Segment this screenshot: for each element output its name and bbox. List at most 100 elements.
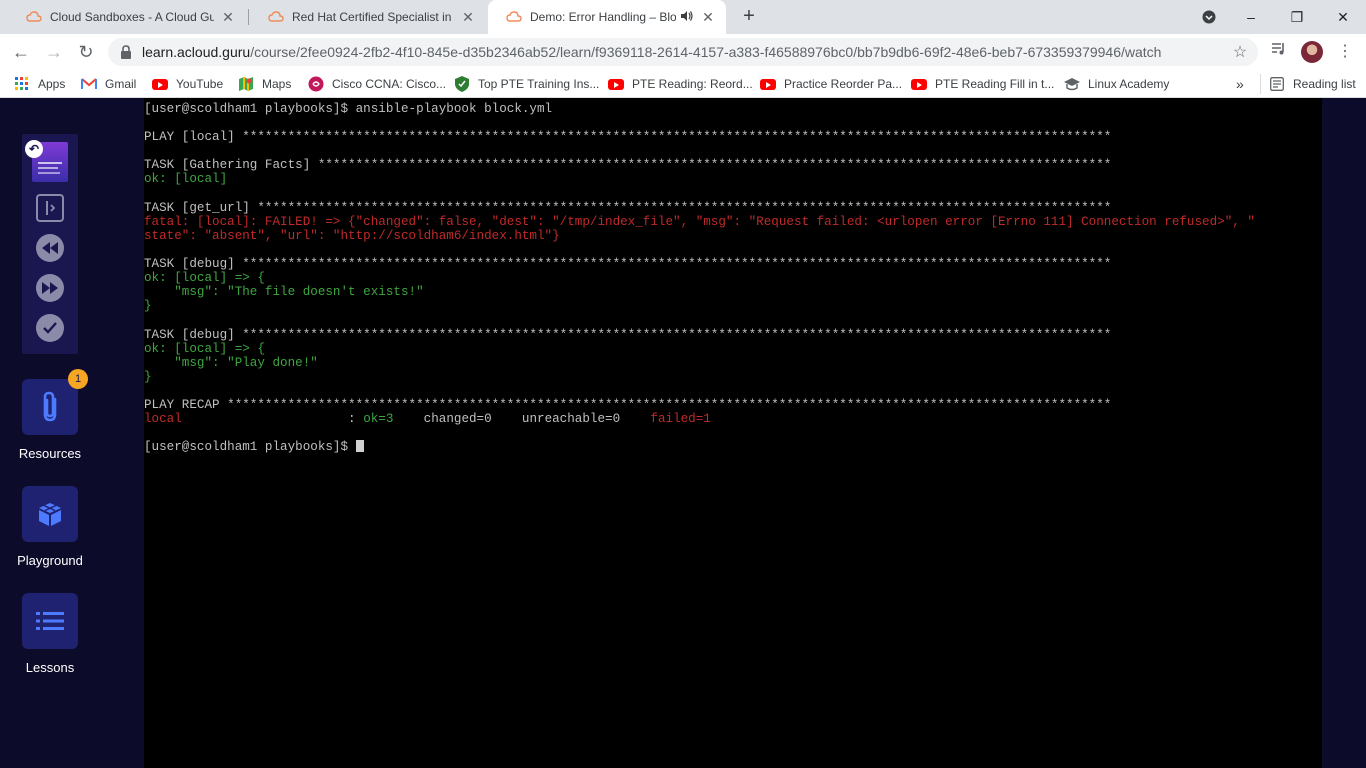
terminal-text: ok: [local] => { xyxy=(144,271,265,286)
bookmark-top-pte[interactable]: Top PTE Training Ins... xyxy=(454,74,599,94)
youtube-icon xyxy=(911,77,927,91)
gmail-icon xyxy=(81,77,97,91)
bookmark-star-icon[interactable]: ☆ xyxy=(1230,42,1250,62)
terminal-line: TASK [Gathering Facts] *****************… xyxy=(144,158,1255,172)
toggle-sidebar-icon[interactable] xyxy=(36,194,64,222)
bookmark-maps[interactable]: Maps xyxy=(238,74,291,94)
tab-red-hat-specialist[interactable]: Red Hat Certified Specialist in An ✕ xyxy=(250,0,486,34)
bookmark-practice-reorder[interactable]: Practice Reorder Pa... xyxy=(760,74,902,94)
terminal-text: : xyxy=(181,412,364,427)
close-window-button[interactable]: ✕ xyxy=(1320,0,1366,34)
mark-complete-check-icon[interactable] xyxy=(36,314,64,342)
terminal-line: TASK [debug] ***************************… xyxy=(144,328,1255,342)
profile-avatar[interactable] xyxy=(1301,41,1323,63)
bookmarks-overflow-button[interactable]: » xyxy=(1236,74,1244,94)
acloudguru-cloud-icon xyxy=(268,9,284,25)
terminal-text: TASK [debug] ***************************… xyxy=(144,327,1112,342)
terminal-text: "msg": "Play done!" xyxy=(144,355,318,370)
acloudguru-cloud-icon xyxy=(26,9,42,25)
terminal-text: } xyxy=(144,299,152,314)
terminal-line: "msg": "The file doesn't exists!" xyxy=(144,285,1255,299)
address-bar[interactable]: learn.acloud.guru/course/2fee0924-2fb2-4… xyxy=(108,38,1258,66)
bookmark-apps[interactable]: Apps xyxy=(14,74,65,94)
bookmark-pte-reading-fill[interactable]: PTE Reading Fill in t... xyxy=(911,74,1054,94)
youtube-icon xyxy=(608,77,624,91)
terminal-text: ok=3 xyxy=(363,412,394,427)
terminal-text: local xyxy=(144,412,182,427)
tab-cloud-sandboxes[interactable]: Cloud Sandboxes - A Cloud Guru ✕ xyxy=(8,0,246,34)
terminal-line xyxy=(144,426,1255,440)
reload-icon[interactable]: ↻ xyxy=(75,41,97,63)
terminal-line: "msg": "Play done!" xyxy=(144,356,1255,370)
bookmark-gmail[interactable]: Gmail xyxy=(81,74,136,94)
tab-strip: Cloud Sandboxes - A Cloud Guru ✕ Red Hat… xyxy=(0,0,1366,34)
youtube-icon xyxy=(760,77,776,91)
terminal-line: [user@scoldham1 playbooks]$ xyxy=(144,440,1255,454)
speaker-icon[interactable] xyxy=(680,10,694,25)
terminal-line: local : ok=3 changed=0 unreachable=0 fai… xyxy=(144,412,1255,426)
right-margin xyxy=(1322,98,1366,768)
tab-search-icon[interactable] xyxy=(1186,0,1232,34)
video-terminal-frame[interactable]: [user@scoldham1 playbooks]$ ansible-play… xyxy=(144,98,1322,768)
close-tab-icon[interactable]: ✕ xyxy=(700,9,716,26)
resources-label[interactable]: Resources xyxy=(0,446,100,461)
reading-list-button[interactable]: Reading list xyxy=(1260,74,1356,94)
terminal-text: TASK [get_url] *************************… xyxy=(144,200,1112,215)
bookmark-cisco-ccna[interactable]: Cisco CCNA: Cisco... xyxy=(308,74,446,94)
fast-forward-icon[interactable] xyxy=(36,274,64,302)
lessons-button[interactable] xyxy=(22,593,78,649)
terminal-text: failed=1 xyxy=(650,412,711,427)
course-sidebar: ↶ 1 Resources Playground Lessons xyxy=(0,98,144,768)
close-tab-icon[interactable]: ✕ xyxy=(460,9,476,26)
browser-toolbar: ← → ↻ learn.acloud.guru/course/2fee0924-… xyxy=(0,34,1366,70)
apps-grid-icon xyxy=(14,77,30,91)
bookmark-label: Practice Reorder Pa... xyxy=(784,77,903,91)
list-icon xyxy=(36,612,64,630)
lock-icon[interactable] xyxy=(120,45,132,59)
terminal-text: PLAY RECAP *****************************… xyxy=(144,397,1112,412)
playground-button[interactable] xyxy=(22,486,78,542)
acloudguru-cloud-icon xyxy=(506,9,522,25)
terminal-line: PLAY [local] ***************************… xyxy=(144,130,1255,144)
terminal-line: ok: [local] xyxy=(144,172,1255,186)
tab-demo-error-handling[interactable]: Demo: Error Handling – Block ✕ xyxy=(488,0,726,34)
resources-button[interactable] xyxy=(22,379,78,435)
tab-title: Red Hat Certified Specialist in An xyxy=(292,10,454,24)
close-tab-icon[interactable]: ✕ xyxy=(220,9,236,26)
terminal-line xyxy=(144,116,1255,130)
graduation-cap-icon xyxy=(1064,77,1080,91)
lessons-label[interactable]: Lessons xyxy=(0,660,100,675)
bookmark-linux-academy[interactable]: Linux Academy xyxy=(1064,74,1169,94)
terminal-line: state": "absent", "url": "http://scoldha… xyxy=(144,229,1255,243)
new-tab-button[interactable]: + xyxy=(738,5,760,27)
bookmark-label: Gmail xyxy=(105,77,137,91)
bookmark-pte-reading-reorder[interactable]: PTE Reading: Reord... xyxy=(608,74,753,94)
restore-button[interactable]: ❐ xyxy=(1274,0,1320,34)
terminal-line: } xyxy=(144,370,1255,384)
rewind-icon[interactable] xyxy=(36,234,64,262)
terminal-line xyxy=(144,243,1255,257)
more-menu-icon[interactable]: ⋮ xyxy=(1334,41,1356,63)
back-circle-icon[interactable]: ↶ xyxy=(25,140,43,158)
terminal-line: } xyxy=(144,299,1255,313)
bookmark-youtube[interactable]: YouTube xyxy=(152,74,223,94)
terminal-line xyxy=(144,187,1255,201)
terminal-line xyxy=(144,144,1255,158)
media-control-icon[interactable] xyxy=(1268,41,1290,63)
bookmark-label: Apps xyxy=(38,77,66,91)
terminal-text: } xyxy=(144,369,152,384)
tab-divider xyxy=(248,9,249,25)
back-arrow-icon[interactable]: ← xyxy=(10,41,32,63)
forward-arrow-icon[interactable]: → xyxy=(43,41,65,63)
minimize-button[interactable]: – xyxy=(1228,0,1274,34)
terminal-text: [user@scoldham1 playbooks]$ ansible-play… xyxy=(144,102,553,116)
url-text[interactable]: learn.acloud.guru/course/2fee0924-2fb2-4… xyxy=(142,44,1230,60)
playground-label[interactable]: Playground xyxy=(0,553,100,568)
bookmark-label: Linux Academy xyxy=(1088,77,1170,91)
